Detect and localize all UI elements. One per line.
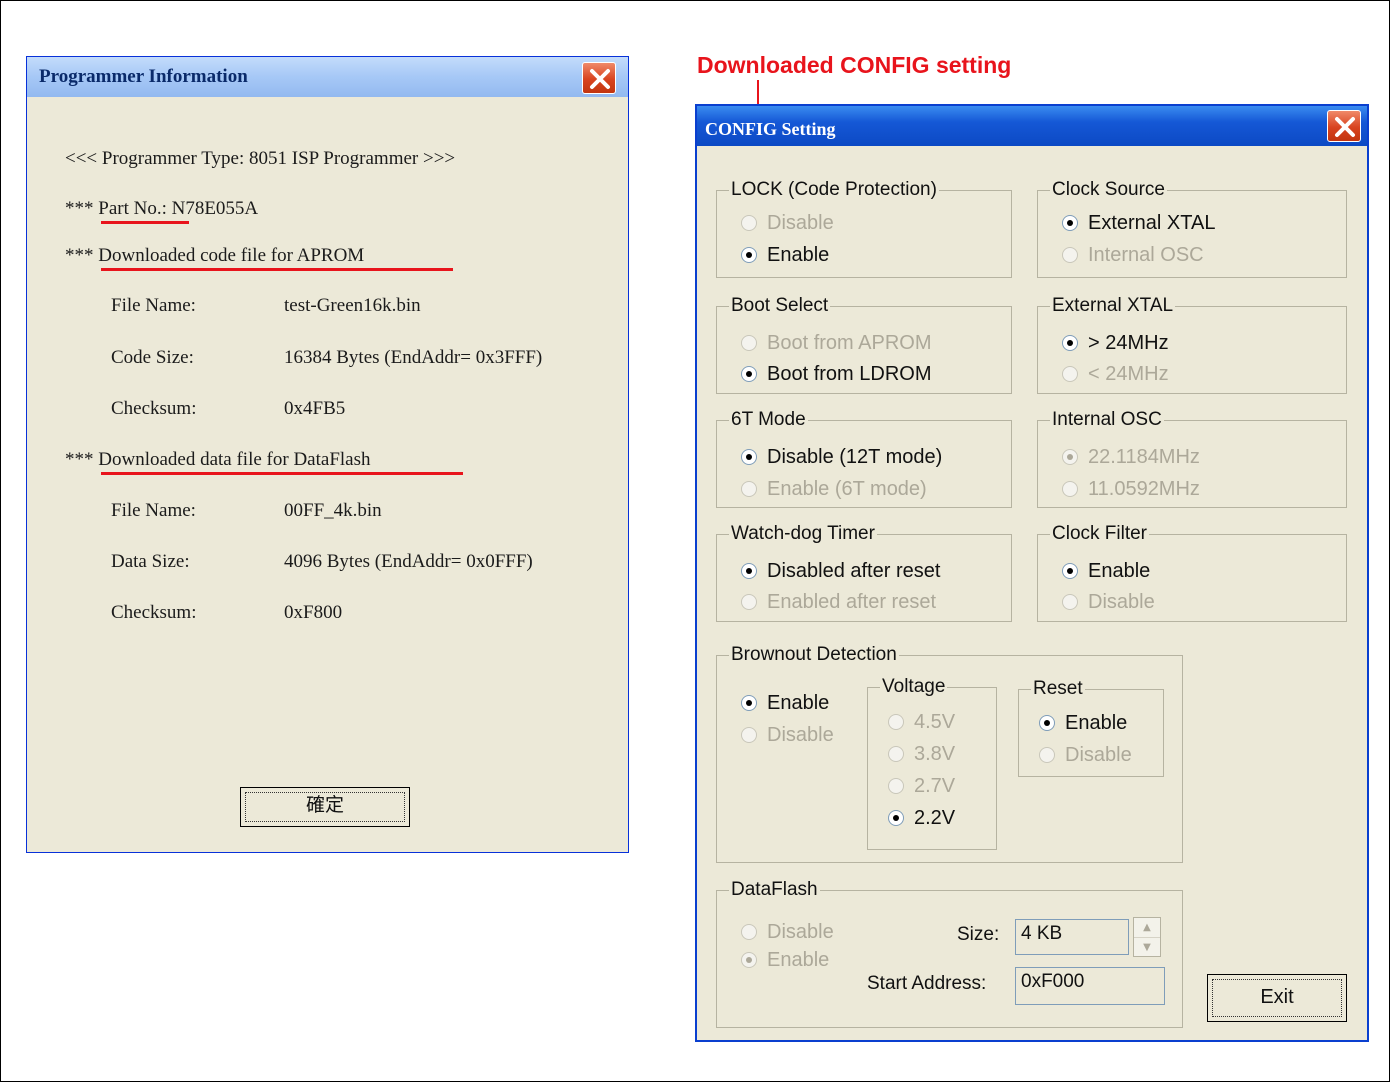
group-title: External XTAL xyxy=(1050,295,1176,317)
radio-selected-icon xyxy=(741,695,757,711)
config-setting-dialog: CONFIG Setting LOCK (Code Protection) Di… xyxy=(695,104,1369,1042)
six-t-mode-group: 6T Mode Disable (12T mode) Enable (6T mo… xyxy=(716,409,1012,508)
dataflash-data-size-label: Data Size: xyxy=(111,551,190,572)
group-title: LOCK (Code Protection) xyxy=(729,179,939,201)
radio-icon xyxy=(888,746,904,762)
dataflash-size-label: Size: xyxy=(957,924,1000,945)
brownout-detection-group: Brownout Detection Enable Disable Voltag… xyxy=(716,644,1183,863)
group-title: Reset xyxy=(1031,678,1085,700)
spin-down-icon[interactable]: ▼ xyxy=(1134,938,1160,957)
annotation-pointer-line xyxy=(757,80,759,106)
group-title: Clock Source xyxy=(1050,179,1167,201)
radio-icon xyxy=(741,481,757,497)
lock-group: LOCK (Code Protection) Disable Enable xyxy=(716,179,1012,278)
aprom-code-size: 16384 Bytes (EndAddr= 0x3FFF) xyxy=(284,347,543,368)
part-number-line: *** Part No.: N78E055A xyxy=(65,198,258,220)
programmer-type: <<< Programmer Type: 8051 ISP Programmer… xyxy=(65,148,456,169)
dataflash-heading-underline xyxy=(101,472,463,475)
dataflash-start-address-field[interactable]: 0xF000 xyxy=(1015,967,1165,1005)
watchdog-timer-group: Watch-dog Timer Disabled after reset Ena… xyxy=(716,523,1012,622)
radio-selected-icon xyxy=(1062,335,1078,351)
aprom-code-size-label: Code Size: xyxy=(111,347,194,368)
group-title: 6T Mode xyxy=(729,409,808,431)
group-title: Voltage xyxy=(880,676,948,698)
dataflash-heading-text: Downloaded data file for DataFlash xyxy=(98,449,371,470)
dataflash-size-spinner[interactable]: ▲ ▼ xyxy=(1133,917,1161,957)
group-title: Clock Filter xyxy=(1050,523,1150,545)
dataflash-group: DataFlash Disable Enable Size: 4 KB ▲ ▼ … xyxy=(716,879,1183,1028)
radio-selected-icon xyxy=(741,247,757,263)
radio-selected-icon xyxy=(1062,563,1078,579)
dataflash-checksum-label: Checksum: xyxy=(111,602,197,623)
ok-button[interactable]: 確定 xyxy=(240,787,410,827)
dataflash-prefix: *** xyxy=(65,449,94,470)
radio-selected-icon xyxy=(741,952,757,968)
titlebar: CONFIG Setting xyxy=(697,106,1367,146)
spin-up-icon[interactable]: ▲ xyxy=(1134,918,1160,938)
radio-selected-icon xyxy=(741,563,757,579)
radio-icon xyxy=(1062,481,1078,497)
programmer-information-dialog: Programmer Information <<< Programmer Ty… xyxy=(26,56,629,853)
clock-filter-group: Clock Filter Enable Disable xyxy=(1037,523,1347,622)
clock-source-group: Clock Source External XTAL Internal OSC xyxy=(1037,179,1347,278)
titlebar: Programmer Information xyxy=(27,57,628,97)
part-prefix: *** xyxy=(65,198,94,219)
radio-icon xyxy=(1062,594,1078,610)
aprom-heading-underline xyxy=(101,268,453,271)
voltage-group: Voltage 4.5V 3.8V 2.7V 2.2V xyxy=(867,676,997,850)
radio-selected-icon xyxy=(1039,715,1055,731)
aprom-file-name-label: File Name: xyxy=(111,295,196,316)
group-title: Boot Select xyxy=(729,295,831,317)
radio-selected-icon xyxy=(741,449,757,465)
exit-button[interactable]: Exit xyxy=(1207,974,1347,1022)
aprom-checksum: 0x4FB5 xyxy=(284,398,346,419)
radio-icon xyxy=(741,594,757,610)
part-value: : N78E055A xyxy=(161,198,259,219)
dataflash-start-address-label: Start Address: xyxy=(867,973,987,994)
dialog-title: CONFIG Setting xyxy=(705,119,836,139)
dataflash-data-size: 4096 Bytes (EndAddr= 0x0FFF) xyxy=(284,551,533,572)
close-button[interactable] xyxy=(582,62,616,94)
radio-icon xyxy=(888,714,904,730)
dataflash-file-name: 00FF_4k.bin xyxy=(284,500,382,521)
radio-selected-icon xyxy=(741,366,757,382)
group-title: Internal OSC xyxy=(1050,409,1164,431)
dataflash-size-field[interactable]: 4 KB xyxy=(1015,919,1129,955)
radio-icon xyxy=(741,335,757,351)
boot-select-group: Boot Select Boot from APROM Boot from LD… xyxy=(716,295,1012,394)
dialog-title: Programmer Information xyxy=(39,66,248,87)
part-label-underline xyxy=(101,221,189,224)
group-title: Brownout Detection xyxy=(729,644,899,666)
radio-icon xyxy=(1062,247,1078,263)
close-icon xyxy=(1335,117,1355,137)
radio-icon xyxy=(741,727,757,743)
aprom-heading-text: Downloaded code file for APROM xyxy=(98,245,365,266)
aprom-heading: *** Downloaded code file for APROM xyxy=(65,245,364,267)
radio-selected-icon xyxy=(1062,215,1078,231)
dataflash-checksum: 0xF800 xyxy=(284,602,343,623)
radio-icon xyxy=(1062,366,1078,382)
radio-icon xyxy=(741,924,757,940)
internal-osc-group: Internal OSC 22.1184MHz 11.0592MHz xyxy=(1037,409,1347,508)
part-label: Part No. xyxy=(98,198,162,219)
aprom-prefix: *** xyxy=(65,245,94,266)
radio-icon xyxy=(741,215,757,231)
radio-icon xyxy=(1039,747,1055,763)
radio-icon xyxy=(888,778,904,794)
close-button[interactable] xyxy=(1327,110,1361,142)
reset-group: Reset Enable Disable xyxy=(1018,678,1164,777)
annotation-label: Downloaded CONFIG setting xyxy=(697,52,1012,78)
dataflash-file-name-label: File Name: xyxy=(111,500,196,521)
aprom-checksum-label: Checksum: xyxy=(111,398,197,419)
dataflash-heading: *** Downloaded data file for DataFlash xyxy=(65,449,371,471)
radio-selected-icon xyxy=(888,810,904,826)
radio-selected-icon xyxy=(1062,449,1078,465)
group-title: Watch-dog Timer xyxy=(729,523,877,545)
external-xtal-group: External XTAL > 24MHz < 24MHz xyxy=(1037,295,1347,394)
close-icon xyxy=(590,69,610,89)
group-title: DataFlash xyxy=(729,879,820,901)
aprom-file-name: test-Green16k.bin xyxy=(284,295,421,316)
